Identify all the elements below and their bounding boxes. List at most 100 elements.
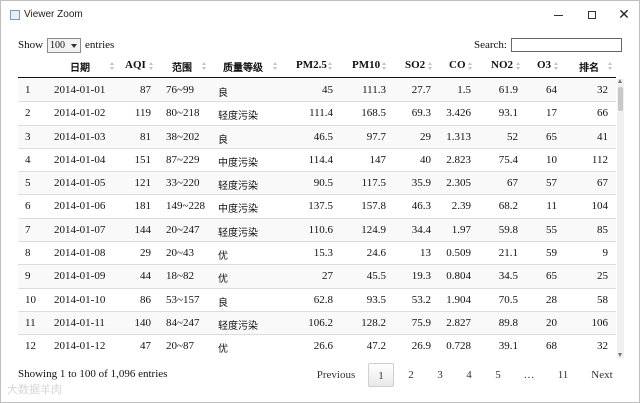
column-header-co[interactable]: CO (449, 59, 466, 71)
close-icon: ✕ (618, 7, 630, 23)
column-header-date[interactable]: 日期 (70, 59, 90, 74)
column-header-rank[interactable]: 排名 (579, 59, 599, 74)
table-cell-no2: 93.1 (498, 107, 518, 120)
table-row[interactable]: 9 2014-01-09 44 18~82 优 27 45.5 19.3 0.804 34.5 65… (18, 265, 616, 289)
next-button[interactable]: Next (587, 363, 617, 387)
table-row[interactable]: 2 2014-01-02 119 80~218 轻度污染 111.4 168.5 69.3 3.… (18, 102, 616, 126)
column-header-quality[interactable]: 质量等级 (223, 59, 263, 74)
table-row[interactable]: 7 2014-01-07 144 20~247 轻度污染 110.6 124.9 34.4 1.… (18, 218, 616, 243)
sort-icon[interactable] (554, 62, 559, 72)
table-cell-quality: 轻度污染 (218, 111, 258, 123)
table-cell-quality: 中度污染 (218, 157, 258, 169)
table-row[interactable]: 10 2014-01-10 86 53~157 良 62.8 93.5 53.2 1.904 70… (18, 289, 616, 312)
close-button[interactable]: ✕ (608, 1, 640, 29)
table-cell-rank: 112 (591, 153, 608, 166)
table-row[interactable]: 8 2014-01-08 29 20~43 优 15.3 24.6 13 0.509 21.1 59… (18, 242, 616, 266)
page-button-2[interactable]: 2 (400, 363, 422, 387)
page-button-4[interactable]: 4 (458, 363, 480, 387)
table-cell-co: 2.827 (446, 316, 471, 329)
table-cell-quality: 轻度污染 (218, 227, 258, 239)
table-row[interactable]: 11 2014-01-11 140 84~247 轻度污染 106.2 128.2 75.9 2… (18, 311, 616, 336)
table-cell-co: 2.305 (446, 177, 471, 190)
vertical-scrollbar[interactable] (617, 79, 624, 358)
table-cell-pm25: 45 (322, 84, 333, 96)
sort-icon[interactable] (608, 62, 613, 72)
column-header-aqi[interactable]: AQI (125, 59, 146, 71)
table-cell-co: 0.509 (446, 247, 471, 260)
table-cell-pm10: 24.6 (366, 247, 386, 260)
table-cell-aqi: 81 (140, 130, 151, 143)
table-cell-date: 2014-01-11 (54, 316, 105, 329)
table-cell-aqi: 144 (134, 223, 152, 236)
table-cell-o3: 11 (546, 200, 557, 213)
table-cell-range: 20~247 (166, 223, 200, 236)
table-row[interactable]: 6 2014-01-06 181 149~228 中度污染 137.5 157.8 46.3 2… (18, 195, 616, 219)
table-cell-pm10: 97.7 (366, 130, 386, 143)
table-cell-no2: 75.4 (498, 153, 518, 166)
table-cell-range: 53~157 (166, 293, 200, 306)
table-cell-index: 12 (25, 340, 36, 353)
page-button-1[interactable]: 1 (368, 363, 394, 387)
page-length-select[interactable]: 100 (47, 38, 81, 53)
search-input[interactable] (511, 38, 622, 52)
table-cell-co: 2.39 (451, 200, 471, 213)
column-header-pm25[interactable]: PM2.5 (296, 59, 327, 71)
table-cell-index: 10 (25, 293, 36, 306)
table-cell-pm25: 26.6 (313, 340, 333, 353)
table-row[interactable]: 3 2014-01-03 81 38~202 良 46.5 97.7 29 1.313 52 65 4… (18, 125, 616, 149)
page-button-5[interactable]: 5 (487, 363, 509, 387)
page-button-11[interactable]: 11 (551, 363, 575, 387)
table-cell-aqi: 47 (140, 340, 151, 353)
table-cell-pm10: 111.3 (362, 84, 386, 96)
sort-icon[interactable] (382, 62, 387, 72)
chevron-down-icon (71, 44, 77, 48)
table-cell-pm25: 106.2 (308, 316, 333, 329)
table-cell-quality: 优 (218, 344, 228, 356)
table-row[interactable]: 5 2014-01-05 121 33~220 轻度污染 90.5 117.5 35.9 2.3… (18, 172, 616, 196)
table-cell-range: 20~43 (166, 247, 194, 260)
maximize-button[interactable] (576, 1, 608, 29)
table-cell-aqi: 181 (134, 200, 152, 213)
table-cell-index: 9 (25, 270, 31, 283)
table-row[interactable]: 12 2014-01-12 47 20~87 优 26.6 47.2 26.9 0.728 39.… (18, 335, 616, 358)
table-cell-range: 149~228 (166, 200, 205, 213)
scroll-up-icon[interactable] (618, 79, 622, 83)
table-cell-date: 2014-01-07 (54, 223, 106, 236)
page-button-3[interactable]: 3 (429, 363, 451, 387)
watermark: 大数据羊肉 (7, 383, 62, 396)
column-header-pm10[interactable]: PM10 (352, 59, 380, 71)
table-cell-date: 2014-01-09 (54, 270, 106, 283)
table-row[interactable]: 1 2014-01-01 87 76~99 良 45 111.3 27.7 1.5 61.9 64 3… (18, 79, 616, 103)
table-row[interactable]: 4 2014-01-04 151 87~229 中度污染 114.4 147 40 2.823 7… (18, 149, 616, 173)
sort-icon[interactable] (273, 62, 278, 72)
previous-button[interactable]: Previous (312, 363, 360, 387)
table-cell-index: 1 (25, 84, 31, 96)
sort-icon[interactable] (328, 62, 333, 72)
column-header-range[interactable]: 范围 (172, 59, 192, 74)
table-cell-so2: 69.3 (411, 107, 431, 120)
sort-icon[interactable] (149, 62, 154, 72)
sort-icon[interactable] (202, 62, 207, 72)
table-cell-quality: 优 (218, 274, 228, 286)
table-cell-pm25: 15.3 (313, 247, 333, 260)
table-cell-no2: 39.1 (498, 340, 518, 353)
table-cell-co: 0.804 (446, 270, 471, 283)
scroll-thumb[interactable] (618, 87, 623, 111)
table-cell-no2: 34.5 (498, 270, 518, 283)
table-cell-o3: 65 (546, 130, 557, 143)
page-length-value: 100 (50, 40, 65, 51)
sort-icon[interactable] (516, 62, 521, 72)
sort-icon[interactable] (428, 62, 433, 72)
table-cell-rank: 58 (597, 293, 608, 306)
scroll-down-icon[interactable] (618, 353, 622, 357)
table-cell-quality: 轻度污染 (218, 181, 258, 193)
column-header-so2[interactable]: SO2 (405, 59, 425, 71)
minimize-button[interactable] (542, 1, 574, 29)
sort-icon[interactable] (468, 62, 473, 72)
column-header-no2[interactable]: NO2 (491, 59, 513, 71)
sort-icon[interactable] (110, 62, 115, 72)
table-cell-so2: 26.9 (411, 340, 431, 353)
table-cell-co: 1.5 (457, 84, 471, 96)
table-cell-pm10: 168.5 (361, 107, 386, 120)
column-header-o3[interactable]: O3 (537, 59, 551, 71)
